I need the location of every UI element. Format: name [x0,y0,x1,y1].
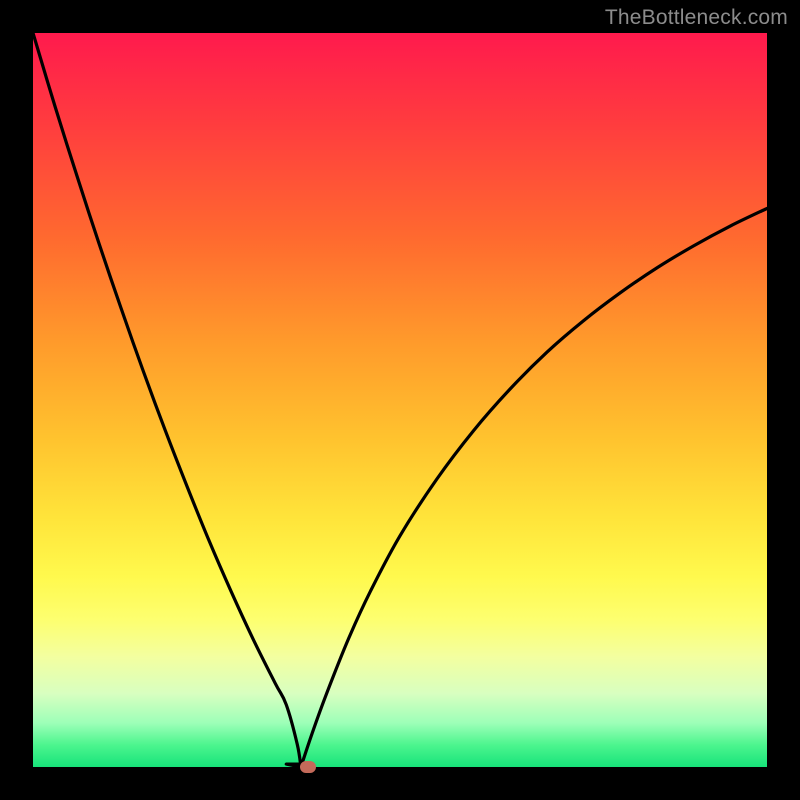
bottleneck-curve [33,33,767,767]
gradient-plot-area [33,33,767,767]
watermark-text: TheBottleneck.com [605,6,788,30]
marker-dot [300,761,316,773]
chart-frame: TheBottleneck.com [0,0,800,800]
